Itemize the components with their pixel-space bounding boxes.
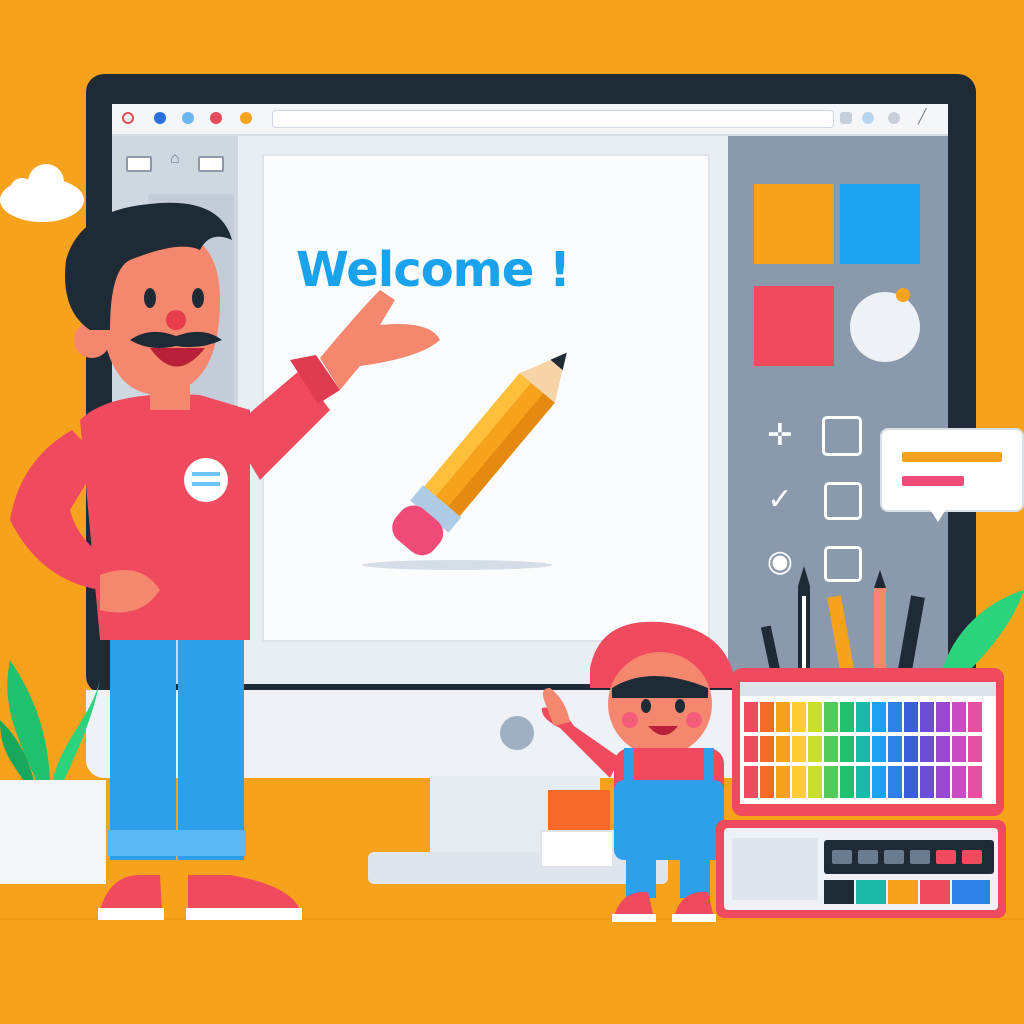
palette-chip-dark[interactable] bbox=[824, 880, 854, 904]
toolbar-circle-icon[interactable] bbox=[862, 112, 874, 124]
window-button-orange[interactable] bbox=[240, 112, 252, 124]
bubble-line-pink bbox=[902, 476, 964, 486]
home-icon[interactable]: ⌂ bbox=[170, 150, 180, 168]
palette-key[interactable] bbox=[858, 850, 878, 864]
palette-key[interactable] bbox=[910, 850, 930, 864]
window-button-close[interactable] bbox=[122, 112, 134, 124]
swatch-red[interactable] bbox=[754, 286, 834, 366]
palette-key[interactable] bbox=[832, 850, 852, 864]
window-titlebar: ╱ bbox=[112, 104, 948, 136]
toolbar-circle-icon[interactable] bbox=[888, 112, 900, 124]
marker-box bbox=[732, 668, 1004, 816]
palette-key[interactable] bbox=[884, 850, 904, 864]
window-button-blue[interactable] bbox=[154, 112, 166, 124]
palette-grid bbox=[732, 838, 818, 900]
minimize-icon[interactable] bbox=[126, 156, 152, 172]
palette-chip-teal[interactable] bbox=[856, 880, 886, 904]
bubble-line-orange bbox=[902, 452, 1002, 462]
pencils bbox=[760, 566, 925, 676]
palette-chip-orange[interactable] bbox=[888, 880, 918, 904]
toolbar-square-icon[interactable] bbox=[840, 112, 852, 124]
square-icon[interactable] bbox=[824, 482, 862, 520]
check-icon[interactable]: ✓ bbox=[764, 484, 796, 516]
marker-box-inner bbox=[740, 682, 996, 804]
palette-inner bbox=[724, 828, 998, 910]
palette-chip-blue[interactable] bbox=[952, 880, 990, 904]
power-button[interactable] bbox=[500, 716, 534, 750]
palette-key[interactable] bbox=[936, 850, 956, 864]
color-wheel-icon[interactable] bbox=[850, 292, 920, 362]
swatch-blue[interactable] bbox=[840, 184, 920, 264]
move-icon[interactable]: ✛ bbox=[764, 420, 796, 452]
address-bar[interactable] bbox=[272, 110, 834, 128]
palette-key[interactable] bbox=[962, 850, 982, 864]
speech-bubble-tail bbox=[924, 500, 952, 522]
book-white bbox=[540, 830, 614, 868]
man-illustration bbox=[10, 202, 440, 920]
color-markers bbox=[740, 682, 996, 798]
palette-chip-red[interactable] bbox=[920, 880, 950, 904]
speech-bubble bbox=[880, 428, 1024, 512]
select-crop-icon[interactable] bbox=[822, 416, 862, 456]
panel-button[interactable] bbox=[198, 156, 224, 172]
window-button-red[interactable] bbox=[210, 112, 222, 124]
palette-box bbox=[716, 820, 1006, 918]
window-button-lightblue[interactable] bbox=[182, 112, 194, 124]
color-picker-dot bbox=[896, 288, 910, 302]
toolbar-pen-icon[interactable]: ╱ bbox=[918, 108, 926, 125]
swatch-orange[interactable] bbox=[754, 184, 834, 264]
